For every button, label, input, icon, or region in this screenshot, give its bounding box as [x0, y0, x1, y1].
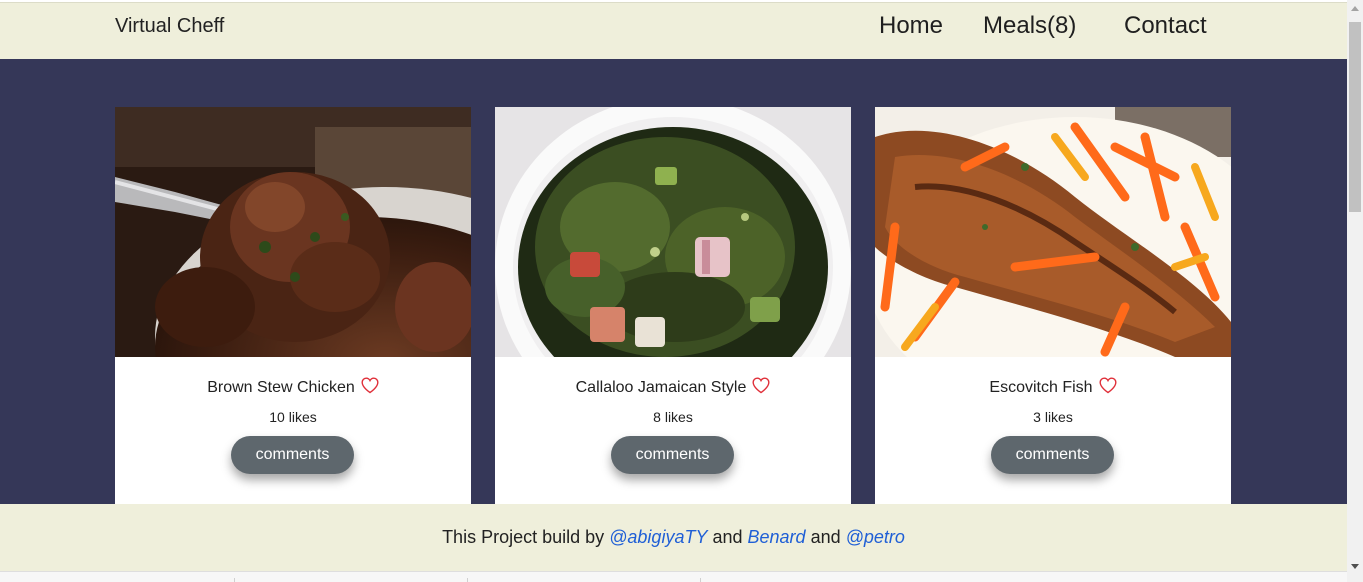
- meal-card: Brown Stew Chicken 10 likes comments: [115, 107, 471, 504]
- callaloo-photo: [495, 107, 851, 357]
- likes-count: 10 likes: [269, 409, 317, 425]
- likes-count: 8 likes: [653, 409, 693, 425]
- meal-title-row: Escovitch Fish: [875, 377, 1231, 399]
- author-link-abigiya[interactable]: @abigiyaTY: [609, 527, 707, 547]
- escovitch-fish-photo: [875, 107, 1231, 357]
- browser-viewport: Virtual Cheff Home Meals(8) Contact Brow…: [0, 0, 1363, 582]
- meal-card: Callaloo Jamaican Style 8 likes comments: [495, 107, 851, 504]
- author-link-benard[interactable]: Benard: [748, 527, 806, 547]
- footer: This Project build by @abigiyaTY and Ben…: [0, 504, 1347, 571]
- likes-count: 3 likes: [1033, 409, 1073, 425]
- meal-title-row: Brown Stew Chicken: [115, 377, 471, 399]
- meal-name: Callaloo Jamaican Style: [575, 379, 747, 397]
- meal-title-row: Callaloo Jamaican Style: [495, 377, 851, 399]
- scrollbar-thumb[interactable]: [1349, 22, 1361, 212]
- divider: [467, 578, 468, 582]
- comments-button[interactable]: comments: [231, 436, 354, 474]
- heart-outline-icon[interactable]: [361, 377, 379, 399]
- heart-outline-icon[interactable]: [752, 377, 770, 399]
- brown-stew-chicken-photo: [115, 107, 471, 357]
- scroll-up-arrow-icon[interactable]: [1351, 6, 1359, 11]
- heart-outline-icon[interactable]: [1099, 377, 1117, 399]
- nav-home-link[interactable]: Home: [879, 12, 943, 40]
- footer-prefix: This Project build by: [442, 527, 610, 547]
- footer-and: and: [805, 527, 846, 547]
- meals-section: Brown Stew Chicken 10 likes comments Cal…: [0, 59, 1347, 504]
- footer-credits: This Project build by @abigiyaTY and Ben…: [0, 527, 1347, 548]
- meal-image: [115, 107, 471, 357]
- divider: [700, 578, 701, 582]
- page: Virtual Cheff Home Meals(8) Contact Brow…: [0, 0, 1347, 582]
- meal-card: Escovitch Fish 3 likes comments: [875, 107, 1231, 504]
- scroll-down-arrow-icon[interactable]: [1351, 564, 1359, 569]
- meal-image: [875, 107, 1231, 357]
- footer-and: and: [707, 527, 748, 547]
- top-navbar: Virtual Cheff Home Meals(8) Contact: [0, 2, 1347, 59]
- nav-meals-link[interactable]: Meals(8): [983, 12, 1076, 40]
- vertical-scrollbar[interactable]: [1347, 0, 1363, 582]
- comments-button[interactable]: comments: [611, 436, 734, 474]
- comments-button[interactable]: comments: [991, 436, 1114, 474]
- brand-logo[interactable]: Virtual Cheff: [115, 15, 224, 38]
- meal-name: Escovitch Fish: [989, 379, 1093, 397]
- nav-contact-link[interactable]: Contact: [1124, 12, 1207, 40]
- meal-name: Brown Stew Chicken: [207, 379, 355, 397]
- meal-image: [495, 107, 851, 357]
- below-fold-strip: [0, 571, 1347, 582]
- author-link-petro[interactable]: @petro: [846, 527, 905, 547]
- divider: [234, 578, 235, 582]
